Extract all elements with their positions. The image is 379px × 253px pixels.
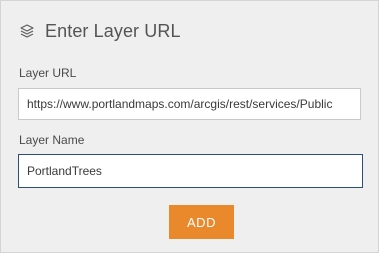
layer-url-input[interactable] xyxy=(18,88,361,120)
panel-header: Enter Layer URL xyxy=(19,19,181,43)
add-button[interactable]: ADD xyxy=(169,205,234,239)
panel-title: Enter Layer URL xyxy=(45,20,181,41)
layers-icon xyxy=(19,23,35,39)
layer-url-label: Layer URL xyxy=(19,66,77,80)
layer-name-label: Layer Name xyxy=(19,133,85,147)
enter-layer-url-panel: Enter Layer URL Layer URL Layer Name ADD xyxy=(0,0,379,253)
layer-name-input[interactable] xyxy=(18,154,363,188)
